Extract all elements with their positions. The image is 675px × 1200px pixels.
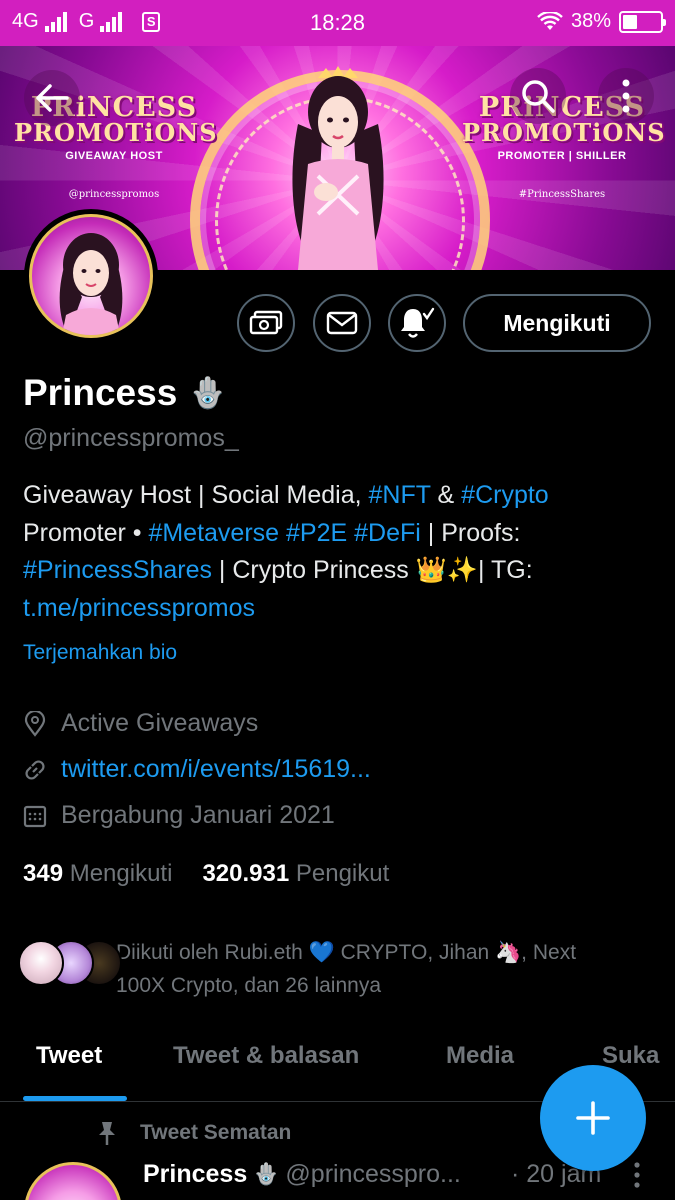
hashtag-nft[interactable]: #NFT	[369, 481, 431, 509]
battery-icon	[619, 10, 666, 33]
bell-check-icon	[401, 307, 435, 338]
hashtag-metaverse[interactable]: #Metaverse	[148, 519, 279, 547]
followers-count-link[interactable]: 320.931 Pengikut	[202, 860, 389, 888]
following-button[interactable]: Mengikuti	[463, 294, 651, 352]
joined-row: Bergabung Januari 2021	[23, 801, 335, 830]
website-link[interactable]: twitter.com/i/events/15619...	[61, 755, 371, 784]
followers-label: Pengikut	[295, 860, 390, 887]
tweet-author-avatar[interactable]	[24, 1162, 122, 1200]
following-count: 349	[23, 860, 64, 887]
back-button[interactable]	[24, 70, 80, 126]
following-count-link[interactable]: 349 Mengikuti	[23, 860, 172, 888]
battery-fill	[623, 14, 637, 29]
compose-tweet-button[interactable]	[540, 1065, 646, 1171]
bio-text: | Proofs:	[420, 518, 521, 547]
location-pin-icon	[23, 710, 47, 737]
tweet-author-handle: @princesspro...	[285, 1160, 461, 1188]
bio-line-2: Promoter • #Metaverse #P2E #DeFi | Proof…	[23, 515, 653, 553]
pinned-tweet-label: Tweet Sematan	[140, 1121, 292, 1144]
followed-by-line-1: Diikuti oleh Rubi.eth 💙 CRYPTO, Jihan 🦄,…	[116, 941, 577, 964]
status-right: 38%	[537, 10, 666, 33]
message-button[interactable]	[313, 294, 371, 352]
battery-percent: 38%	[570, 10, 611, 32]
more-options-button[interactable]	[598, 68, 654, 124]
brand-right-handle: #PrincessShares	[518, 189, 606, 200]
more-vertical-icon	[622, 79, 630, 113]
more-vertical-icon	[634, 1162, 640, 1188]
tab-tweet[interactable]: Tweet	[36, 1042, 102, 1070]
wifi-icon	[537, 11, 563, 30]
bio-text: | Crypto Princess 👑✨| TG:	[211, 556, 533, 584]
tab-media[interactable]: Media	[446, 1042, 514, 1070]
profile-name: Princess 🪬	[23, 372, 227, 414]
banner-princess-illustration	[292, 66, 384, 270]
profile-handle: @princesspromos_	[23, 424, 239, 452]
follow-counts: 349 Mengikuti 320.931 Pengikut	[23, 860, 389, 888]
search-icon	[522, 80, 555, 113]
brand-right-subtitle: PROMOTER | SHILLER	[497, 150, 627, 162]
tweet-author-name[interactable]: Princess	[143, 1160, 247, 1189]
avatar-image	[29, 214, 153, 338]
followed-by-line-2: 100X Crypto, dan 26 lainnya	[116, 974, 382, 997]
followed-by-avatars	[18, 940, 122, 988]
pinned-tweet-label-row: Tweet Sematan	[96, 1120, 291, 1146]
tweet-author-emoji: 🪬	[253, 1162, 280, 1186]
followers-count: 320.931	[202, 860, 290, 887]
tab-likes[interactable]: Suka	[602, 1042, 659, 1070]
hashtag-princessshares[interactable]: #PrincessShares	[23, 556, 212, 584]
brand-left-subtitle: GIVEAWAY HOST	[65, 150, 163, 162]
envelope-icon	[326, 311, 358, 335]
hashtag-defi[interactable]: #DeFi	[354, 519, 421, 547]
brand-right-line2: PROMOTiONS	[462, 118, 666, 147]
tab-tweet-replies[interactable]: Tweet & balasan	[173, 1042, 359, 1070]
bio-text: &	[430, 481, 462, 509]
telegram-link[interactable]: t.me/princesspromos	[23, 594, 255, 622]
following-label: Mengikuti	[69, 860, 173, 887]
bio-line-3: #PrincessShares | Crypto Princess 👑✨| TG…	[23, 552, 653, 590]
hashtag-crypto[interactable]: #Crypto	[461, 481, 549, 509]
search-button[interactable]	[510, 68, 566, 124]
location-row: Active Giveaways	[23, 709, 258, 738]
tip-button[interactable]	[237, 294, 295, 352]
back-arrow-icon	[36, 84, 69, 112]
follower-avatar-1	[18, 940, 64, 986]
bio-line-4: t.me/princesspromos	[23, 590, 653, 628]
translate-bio-link[interactable]: Terjemahkan bio	[23, 641, 177, 665]
profile-bio: Giveaway Host | Social Media, #NFT & #Cr…	[23, 477, 653, 627]
link-icon	[23, 758, 47, 782]
followed-by-text: Diikuti oleh Rubi.eth 💙 CRYPTO, Jihan 🦄,…	[116, 936, 661, 1002]
hamsa-emoji: 🪬	[189, 376, 227, 410]
plus-icon	[576, 1101, 610, 1135]
bio-text: Promoter •	[23, 518, 149, 547]
status-bar: 4G G S 18:28 38%	[0, 0, 675, 46]
active-tab-indicator	[23, 1096, 127, 1101]
website-row: twitter.com/i/events/15619...	[23, 755, 371, 784]
pin-icon	[99, 1122, 115, 1145]
brand-left-handle: @princesspromos	[68, 189, 160, 200]
notifications-button[interactable]	[388, 294, 446, 352]
bio-line-1: Giveaway Host | Social Media, #NFT & #Cr…	[23, 477, 653, 515]
money-icon	[249, 310, 283, 335]
calendar-icon	[23, 804, 47, 828]
profile-name-text: Princess	[23, 372, 178, 413]
profile-avatar[interactable]	[24, 209, 158, 343]
avatar-illustration	[59, 233, 123, 335]
location-text: Active Giveaways	[61, 709, 259, 737]
hashtag-p2e[interactable]: #P2E	[286, 519, 347, 547]
bio-text: Giveaway Host | Social Media,	[23, 481, 369, 509]
joined-date-text: Bergabung Januari 2021	[61, 801, 335, 829]
tweet-more-button[interactable]	[633, 1162, 641, 1195]
